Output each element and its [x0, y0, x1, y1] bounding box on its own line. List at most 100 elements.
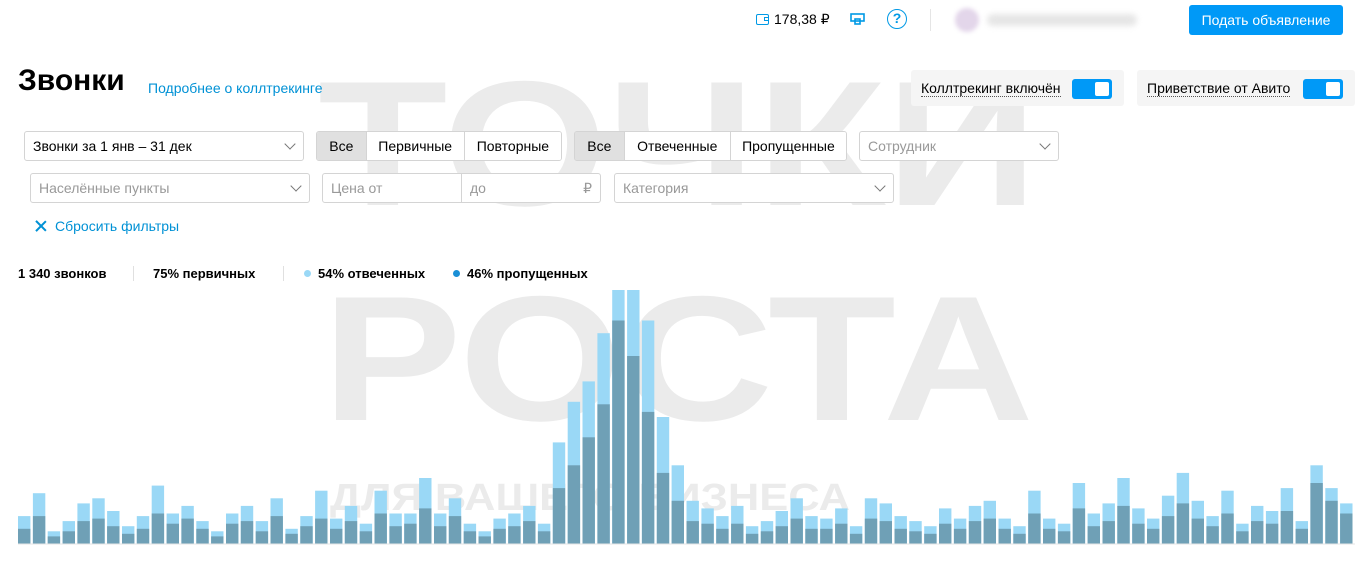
help-icon[interactable]: ?	[887, 9, 907, 29]
bar-missed[interactable]	[62, 531, 75, 544]
bar-missed[interactable]	[686, 521, 699, 544]
bar-missed[interactable]	[790, 518, 803, 544]
bar-missed[interactable]	[47, 536, 61, 544]
bar-missed[interactable]	[107, 526, 120, 544]
bar-missed[interactable]	[1028, 513, 1041, 545]
bar-missed[interactable]	[493, 528, 506, 544]
bar-missed[interactable]	[32, 516, 46, 544]
bar-missed[interactable]	[92, 518, 105, 544]
bar-missed[interactable]	[1057, 531, 1071, 544]
bar-missed[interactable]	[537, 531, 551, 544]
bar-missed[interactable]	[1043, 528, 1056, 544]
post-ad-button[interactable]: Подать объявление	[1189, 5, 1343, 35]
bar-missed[interactable]	[760, 531, 774, 544]
calltracking-switch[interactable]	[1072, 79, 1112, 99]
segment-status-answered[interactable]: Отвеченные	[623, 132, 730, 160]
bar-missed[interactable]	[389, 526, 402, 544]
bar-missed[interactable]	[196, 528, 209, 544]
segment-type-all[interactable]: Все	[317, 132, 366, 160]
bar-missed[interactable]	[820, 528, 833, 544]
bar-missed[interactable]	[240, 521, 254, 544]
bar-missed[interactable]	[597, 404, 610, 544]
bar-missed[interactable]	[478, 536, 491, 544]
bar-missed[interactable]	[864, 518, 878, 544]
bar-missed[interactable]	[909, 531, 922, 544]
bar-missed[interactable]	[835, 523, 848, 544]
category-select[interactable]: Категория	[614, 173, 894, 203]
calltracking-info-link[interactable]: Подробнее о коллтрекинге	[148, 80, 323, 96]
wallet-balance[interactable]: 178,38 ₽	[756, 11, 830, 28]
bar-missed[interactable]	[255, 531, 269, 544]
segment-status-all[interactable]: Все	[575, 132, 624, 160]
bar-missed[interactable]	[1176, 503, 1190, 544]
bar-missed[interactable]	[404, 523, 417, 544]
bar-missed[interactable]	[1147, 528, 1160, 544]
bar-missed[interactable]	[136, 528, 150, 544]
price-from-field[interactable]: Цена от	[322, 173, 463, 203]
bar-missed[interactable]	[924, 533, 937, 544]
bar-missed[interactable]	[463, 531, 477, 544]
bar-missed[interactable]	[1117, 505, 1130, 544]
segment-type-repeat[interactable]: Повторные	[463, 132, 561, 160]
bar-missed[interactable]	[716, 528, 729, 544]
bar-missed[interactable]	[344, 521, 358, 544]
bar-missed[interactable]	[285, 533, 298, 544]
bar-missed[interactable]	[671, 500, 684, 544]
bar-missed[interactable]	[1102, 521, 1115, 544]
bar-missed[interactable]	[1161, 516, 1175, 544]
bar-missed[interactable]	[1280, 511, 1294, 544]
bar-missed[interactable]	[181, 518, 194, 544]
reset-filters-button[interactable]: Сбросить фильтры	[35, 218, 179, 234]
bar-missed[interactable]	[953, 528, 967, 544]
bar-missed[interactable]	[998, 528, 1011, 544]
tariff-icon[interactable]	[850, 13, 865, 25]
bar-missed[interactable]	[731, 523, 744, 544]
bar-missed[interactable]	[775, 526, 788, 544]
bar-missed[interactable]	[552, 488, 566, 544]
segment-type-primary[interactable]: Первичные	[365, 132, 464, 160]
employee-select[interactable]: Сотрудник	[859, 131, 1059, 161]
bar-missed[interactable]	[656, 472, 670, 544]
bar-missed[interactable]	[701, 523, 714, 544]
bar-missed[interactable]	[226, 523, 239, 544]
bar-missed[interactable]	[122, 533, 135, 544]
bar-missed[interactable]	[434, 526, 447, 544]
bar-missed[interactable]	[612, 320, 625, 545]
bar-missed[interactable]	[1236, 531, 1249, 544]
bar-missed[interactable]	[359, 531, 373, 544]
bar-missed[interactable]	[567, 465, 581, 544]
bar-missed[interactable]	[1072, 508, 1086, 544]
bar-missed[interactable]	[627, 356, 640, 544]
bar-missed[interactable]	[1206, 526, 1219, 544]
bar-missed[interactable]	[983, 518, 996, 544]
bar-missed[interactable]	[1251, 521, 1264, 544]
bar-missed[interactable]	[18, 528, 31, 544]
bar-missed[interactable]	[151, 513, 165, 545]
segment-status-missed[interactable]: Пропущенные	[729, 132, 846, 160]
bar-missed[interactable]	[1295, 528, 1308, 544]
profile-menu[interactable]	[955, 6, 1175, 34]
locations-select[interactable]: Населённые пункты	[30, 173, 310, 203]
bar-missed[interactable]	[849, 533, 863, 544]
bar-missed[interactable]	[523, 521, 536, 544]
bar-missed[interactable]	[745, 533, 759, 544]
bar-missed[interactable]	[211, 536, 224, 544]
bar-missed[interactable]	[508, 526, 521, 544]
bar-missed[interactable]	[374, 513, 387, 545]
bar-missed[interactable]	[448, 516, 462, 544]
bar-missed[interactable]	[300, 526, 313, 544]
bar-missed[interactable]	[1221, 513, 1234, 545]
bar-missed[interactable]	[1310, 483, 1323, 544]
bar-missed[interactable]	[939, 523, 952, 544]
bar-missed[interactable]	[1191, 518, 1204, 544]
bar-missed[interactable]	[315, 518, 328, 544]
bar-missed[interactable]	[1340, 513, 1353, 545]
bar-missed[interactable]	[1013, 533, 1026, 544]
bar-missed[interactable]	[879, 521, 892, 544]
stat-missed[interactable]: 46% пропущенных	[453, 266, 588, 281]
bar-missed[interactable]	[805, 528, 818, 544]
bar-missed[interactable]	[1132, 523, 1145, 544]
period-select[interactable]: Звонки за 1 янв – 31 дек	[24, 131, 304, 161]
stat-answered[interactable]: 54% отвеченных	[304, 266, 425, 281]
bar-missed[interactable]	[968, 521, 982, 544]
